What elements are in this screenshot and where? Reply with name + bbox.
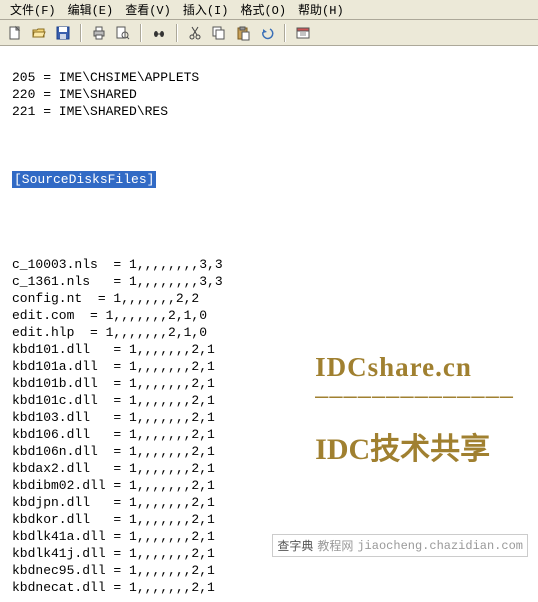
menu-help[interactable]: 帮助(H) [292,0,350,20]
code-line: c_10003.nls = 1,,,,,,,,3,3 [12,257,223,272]
code-line: edit.com = 1,,,,,,,2,1,0 [12,308,207,323]
code-line: kbd101a.dll = 1,,,,,,,2,1 [12,359,215,374]
code-line: kbd103.dll = 1,,,,,,,2,1 [12,410,215,425]
menu-edit[interactable]: 编辑(E) [62,0,120,20]
editor-area[interactable]: 205 = IME\CHSIME\APPLETS 220 = IME\SHARE… [0,46,538,602]
paste-icon[interactable] [232,22,254,44]
code-line: kbd106n.dll = 1,,,,,,,2,1 [12,444,215,459]
print-preview-icon[interactable] [112,22,134,44]
watermark-divider: —————————————— [315,385,514,410]
watermark: IDCshare.cn —————————————— IDC技术共享 [315,352,514,468]
code-line: kbdlk41j.dll = 1,,,,,,,2,1 [12,546,215,561]
code-line: kbdlk41a.dll = 1,,,,,,,2,1 [12,529,215,544]
toolbar [0,20,538,46]
menu-view[interactable]: 查看(V) [119,0,177,20]
code-line: kbd106.dll = 1,,,,,,,2,1 [12,427,215,442]
open-icon[interactable] [28,22,50,44]
menu-format[interactable]: 格式(O) [234,0,292,20]
footer-site1: 查字典 [277,537,313,554]
code-line: kbdjpn.dll = 1,,,,,,,2,1 [12,495,215,510]
cut-icon[interactable] [184,22,206,44]
save-icon[interactable] [52,22,74,44]
date-icon[interactable] [292,22,314,44]
print-icon[interactable] [88,22,110,44]
toolbar-separator [80,24,82,42]
menu-insert[interactable]: 插入(I) [177,0,235,20]
code-line: 221 = IME\SHARED\RES [12,104,168,119]
footer-domain: jiaocheng.chazidian.com [357,539,523,553]
code-line: edit.hlp = 1,,,,,,,2,1,0 [12,325,207,340]
code-line: kbdkor.dll = 1,,,,,,,2,1 [12,512,215,527]
toolbar-separator [284,24,286,42]
code-line: kbd101b.dll = 1,,,,,,,2,1 [12,376,215,391]
watermark-slogan: IDC技术共享 [315,424,514,468]
code-line: config.nt = 1,,,,,,,2,2 [12,291,199,306]
code-line: kbdnec95.dll = 1,,,,,,,2,1 [12,563,215,578]
code-line: c_1361.nls = 1,,,,,,,,3,3 [12,274,223,289]
footer-watermark: 查字典 教程网 jiaocheng.chazidian.com [272,534,528,557]
code-line: kbd101.dll = 1,,,,,,,2,1 [12,342,215,357]
code-line: 220 = IME\SHARED [12,87,137,102]
watermark-url: IDCshare.cn [315,352,514,383]
toolbar-separator [176,24,178,42]
menu-bar: 文件(F) 编辑(E) 查看(V) 插入(I) 格式(O) 帮助(H) [0,0,538,20]
code-line: kbdnecat.dll = 1,,,,,,,2,1 [12,580,215,595]
code-line: kbdibm02.dll = 1,,,,,,,2,1 [12,478,215,493]
new-icon[interactable] [4,22,26,44]
code-line: kbd101c.dll = 1,,,,,,,2,1 [12,393,215,408]
code-line: 205 = IME\CHSIME\APPLETS [12,70,199,85]
footer-site2: 教程网 [317,537,353,554]
code-line: kbdax2.dll = 1,,,,,,,2,1 [12,461,215,476]
menu-file[interactable]: 文件(F) [4,0,62,20]
copy-icon[interactable] [208,22,230,44]
toolbar-separator [140,24,142,42]
undo-icon[interactable] [256,22,278,44]
find-icon[interactable] [148,22,170,44]
section-header: [SourceDisksFiles] [12,171,156,188]
